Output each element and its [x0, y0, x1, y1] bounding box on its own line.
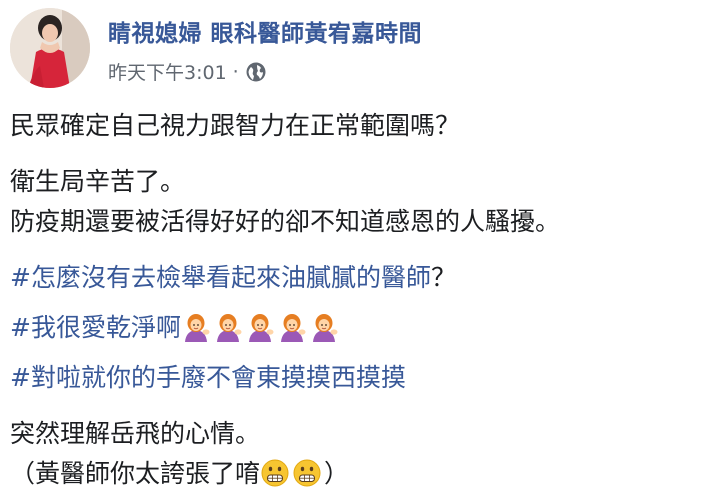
- emoji-group: [181, 313, 341, 342]
- hashtag-link[interactable]: #怎麼沒有去檢舉看起來油膩膩的醫師: [10, 263, 431, 292]
- post-line: 防疫期還要被活得好好的卻不知道感恩的人騷擾。: [10, 207, 561, 236]
- post-paragraph: 衛生局辛苦了。 防疫期還要被活得好好的卻不知道感恩的人騷擾。: [10, 162, 710, 242]
- facebook-post: 睛視媳婦 眼科醫師黃宥嘉時間 昨天下午3:01 · 民眾確定自己視力跟智力在正常…: [0, 0, 714, 504]
- grimacing-face-emoji-icon: [261, 459, 289, 487]
- avatar[interactable]: [10, 8, 90, 88]
- emoji-group: [260, 459, 324, 488]
- author-name[interactable]: 睛視媳婦 眼科醫師黃宥嘉時間: [108, 14, 422, 48]
- grimacing-face-emoji-icon: [293, 459, 321, 487]
- hashtag-link[interactable]: #我很愛乾淨啊: [10, 313, 181, 342]
- post-line: （黃醫師你太誇張了唷 ）: [10, 454, 710, 494]
- post-line: ？: [430, 263, 456, 292]
- post-timestamp[interactable]: 昨天下午3:01: [108, 58, 227, 85]
- post-line: 民眾確定自己視力跟智力在正常範圍嗎？: [10, 111, 461, 140]
- meta-separator: ·: [232, 60, 239, 83]
- woman-tipping-hand-emoji-icon: [184, 314, 210, 342]
- post-paragraph: 民眾確定自己視力跟智力在正常範圍嗎？: [10, 106, 710, 146]
- post-meta: 昨天下午3:01 ·: [108, 58, 267, 85]
- hashtag-link[interactable]: #對啦就你的手廢不會東摸摸西摸摸: [10, 363, 406, 392]
- woman-tipping-hand-emoji-icon: [216, 314, 242, 342]
- post-paragraph: #我很愛乾淨啊: [10, 308, 710, 348]
- post-line-text: ）: [324, 459, 350, 488]
- post-line: 突然理解岳飛的心情。: [10, 419, 261, 448]
- post-line-text: （黃醫師你太誇張了唷: [10, 459, 261, 488]
- avatar-image: [10, 8, 90, 88]
- woman-tipping-hand-emoji-icon: [280, 314, 306, 342]
- post-paragraph: #對啦就你的手廢不會東摸摸西摸摸: [10, 358, 710, 398]
- post-paragraph: 突然理解岳飛的心情。 （黃醫師你太誇張了唷 ）: [10, 414, 710, 494]
- post-paragraph: #怎麼沒有去檢舉看起來油膩膩的醫師？: [10, 258, 710, 298]
- post-body: 民眾確定自己視力跟智力在正常範圍嗎？ 衛生局辛苦了。 防疫期還要被活得好好的卻不…: [10, 106, 710, 494]
- woman-tipping-hand-emoji-icon: [248, 314, 274, 342]
- post-line: 衛生局辛苦了。: [10, 167, 186, 196]
- globe-icon[interactable]: [245, 61, 267, 83]
- woman-tipping-hand-emoji-icon: [312, 314, 338, 342]
